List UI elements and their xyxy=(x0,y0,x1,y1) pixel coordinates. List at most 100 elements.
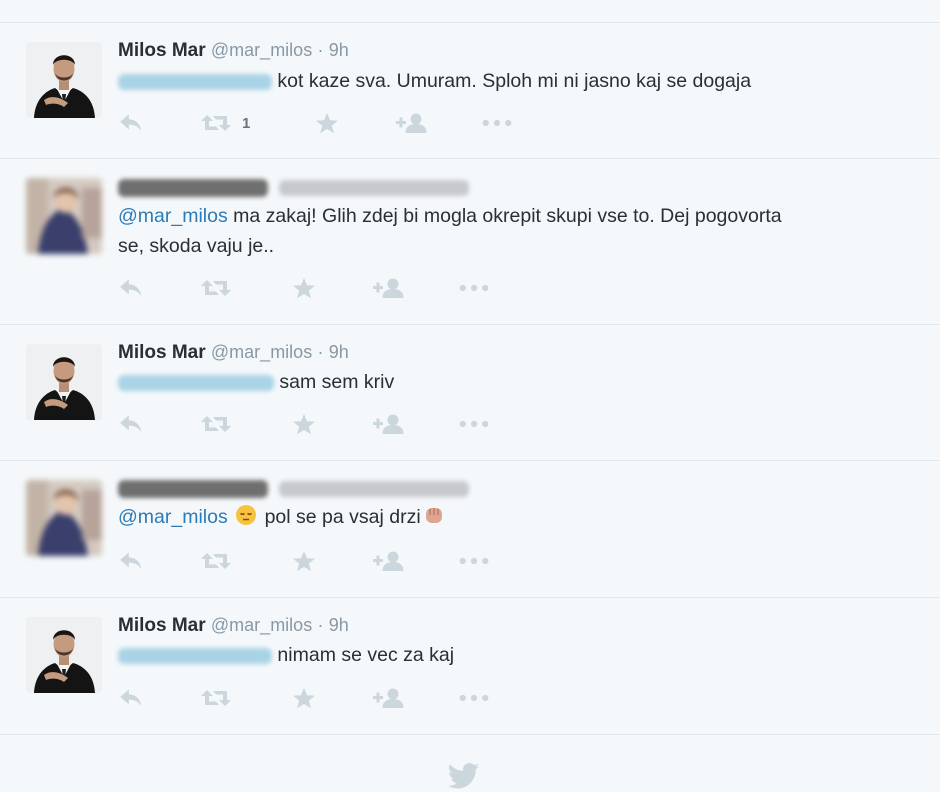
tweet-header: Milos Mar @mar_milos · 9h xyxy=(118,615,349,637)
raised-fist-emoji xyxy=(425,508,442,523)
mention-link[interactable]: @mar_milos xyxy=(118,205,228,227)
redacted-mention xyxy=(118,374,274,391)
separator: · xyxy=(317,40,324,60)
tweet-body: kot kaze sva. Umuram. Sploh mi ni jasno … xyxy=(277,70,752,92)
follow-button[interactable] xyxy=(396,108,428,138)
avatar[interactable] xyxy=(26,178,102,254)
tweet[interactable]: @mar_milos pol se pa vsaj drzi xyxy=(0,461,940,597)
redacted-name xyxy=(118,178,268,197)
reply-icon xyxy=(118,413,144,435)
author-handle[interactable]: @mar_milos xyxy=(211,615,312,635)
follow-icon xyxy=(396,112,428,134)
more-button[interactable] xyxy=(459,546,489,576)
author-name[interactable]: Milos Mar xyxy=(118,40,206,61)
reply-icon xyxy=(118,687,144,709)
avatar[interactable] xyxy=(26,617,102,693)
tweet[interactable]: Milos Mar @mar_milos · 9h sam sem kriv xyxy=(0,325,940,460)
tweet-text: nimam se vec za kaj xyxy=(118,640,454,670)
tweet-time[interactable]: 9h xyxy=(329,342,349,362)
tweet-time[interactable]: 9h xyxy=(329,615,349,635)
tweet-time[interactable]: 9h xyxy=(329,40,349,60)
favorite-icon xyxy=(292,687,316,709)
tweet-header xyxy=(118,177,470,199)
retweet-button[interactable]: 1 xyxy=(200,108,250,138)
more-button[interactable] xyxy=(482,108,512,138)
more-icon xyxy=(459,694,489,702)
retweet-icon xyxy=(200,413,232,435)
favorite-button[interactable] xyxy=(315,108,339,138)
tweet-body: pol se pa vsaj drzi xyxy=(264,506,421,528)
tweet-body: nimam se vec za kaj xyxy=(277,644,455,666)
author-handle[interactable]: @mar_milos xyxy=(211,40,312,60)
more-icon xyxy=(459,284,489,292)
tweet-header xyxy=(118,478,470,500)
tweet-text: sam sem kriv xyxy=(118,367,394,397)
follow-icon xyxy=(373,277,405,299)
redacted-name xyxy=(118,479,268,498)
tweet-body: sam sem kriv xyxy=(279,371,395,393)
mention-link[interactable]: @mar_milos xyxy=(118,506,228,528)
reply-button[interactable] xyxy=(118,273,144,303)
more-button[interactable] xyxy=(459,409,489,439)
retweet-count: 1 xyxy=(242,114,251,132)
reply-button[interactable] xyxy=(118,546,144,576)
more-icon xyxy=(482,119,512,127)
tweet[interactable]: Milos Mar @mar_milos · 9h nimam se vec z… xyxy=(0,598,940,734)
favorite-icon xyxy=(292,550,316,572)
reply-icon xyxy=(118,550,144,572)
favorite-button[interactable] xyxy=(292,273,316,303)
favorite-button[interactable] xyxy=(292,546,316,576)
follow-button[interactable] xyxy=(373,273,405,303)
separator: · xyxy=(317,342,324,362)
tweet-header: Milos Mar @mar_milos · 9h xyxy=(118,342,349,364)
favorite-icon xyxy=(292,413,316,435)
avatar[interactable] xyxy=(26,480,102,556)
more-button[interactable] xyxy=(459,273,489,303)
follow-icon xyxy=(373,687,405,709)
tweet-header: Milos Mar @mar_milos · 9h xyxy=(118,40,349,62)
tweet-body: ma zakaj! Glih zdej bi mogla okrepit sku… xyxy=(233,205,782,227)
tweet-text: @mar_milos ma zakaj! Glih zdej bi mogla … xyxy=(118,201,898,261)
tweet[interactable]: @mar_milos ma zakaj! Glih zdej bi mogla … xyxy=(0,159,940,324)
retweet-button[interactable] xyxy=(200,683,232,713)
retweet-button[interactable] xyxy=(200,409,232,439)
twitter-bird-icon xyxy=(448,763,480,789)
pensive-face-emoji xyxy=(236,505,257,525)
more-icon xyxy=(459,557,489,565)
redacted-mention xyxy=(118,73,272,90)
tweet[interactable]: Milos Mar @mar_milos · 9h kot kaze sva. … xyxy=(0,23,940,158)
reply-icon xyxy=(118,112,144,134)
divider xyxy=(0,734,940,735)
redacted-handle xyxy=(279,179,470,196)
favorite-button[interactable] xyxy=(292,683,316,713)
reply-button[interactable] xyxy=(118,409,144,439)
follow-icon xyxy=(373,413,405,435)
redacted-mention xyxy=(118,647,272,664)
follow-button[interactable] xyxy=(373,683,405,713)
tweet-body-continued: se, skoda vaju je.. xyxy=(118,235,275,257)
author-handle[interactable]: @mar_milos xyxy=(211,342,312,362)
follow-button[interactable] xyxy=(373,409,405,439)
retweet-icon xyxy=(200,277,232,299)
reply-button[interactable] xyxy=(118,108,144,138)
timeline: Milos Mar @mar_milos · 9h kot kaze sva. … xyxy=(0,0,940,792)
retweet-icon xyxy=(200,687,232,709)
separator: · xyxy=(317,615,324,635)
retweet-icon xyxy=(200,550,232,572)
reply-icon xyxy=(118,277,144,299)
retweet-button[interactable] xyxy=(200,546,232,576)
follow-icon xyxy=(373,550,405,572)
follow-button[interactable] xyxy=(373,546,405,576)
favorite-button[interactable] xyxy=(292,409,316,439)
author-name[interactable]: Milos Mar xyxy=(118,342,206,363)
more-icon xyxy=(459,420,489,428)
avatar[interactable] xyxy=(26,344,102,420)
favorite-icon xyxy=(315,112,339,134)
more-button[interactable] xyxy=(459,683,489,713)
avatar[interactable] xyxy=(26,42,102,118)
retweet-button[interactable] xyxy=(200,273,232,303)
favorite-icon xyxy=(292,277,316,299)
reply-button[interactable] xyxy=(118,683,144,713)
author-name[interactable]: Milos Mar xyxy=(118,615,206,636)
retweet-icon xyxy=(200,112,232,134)
